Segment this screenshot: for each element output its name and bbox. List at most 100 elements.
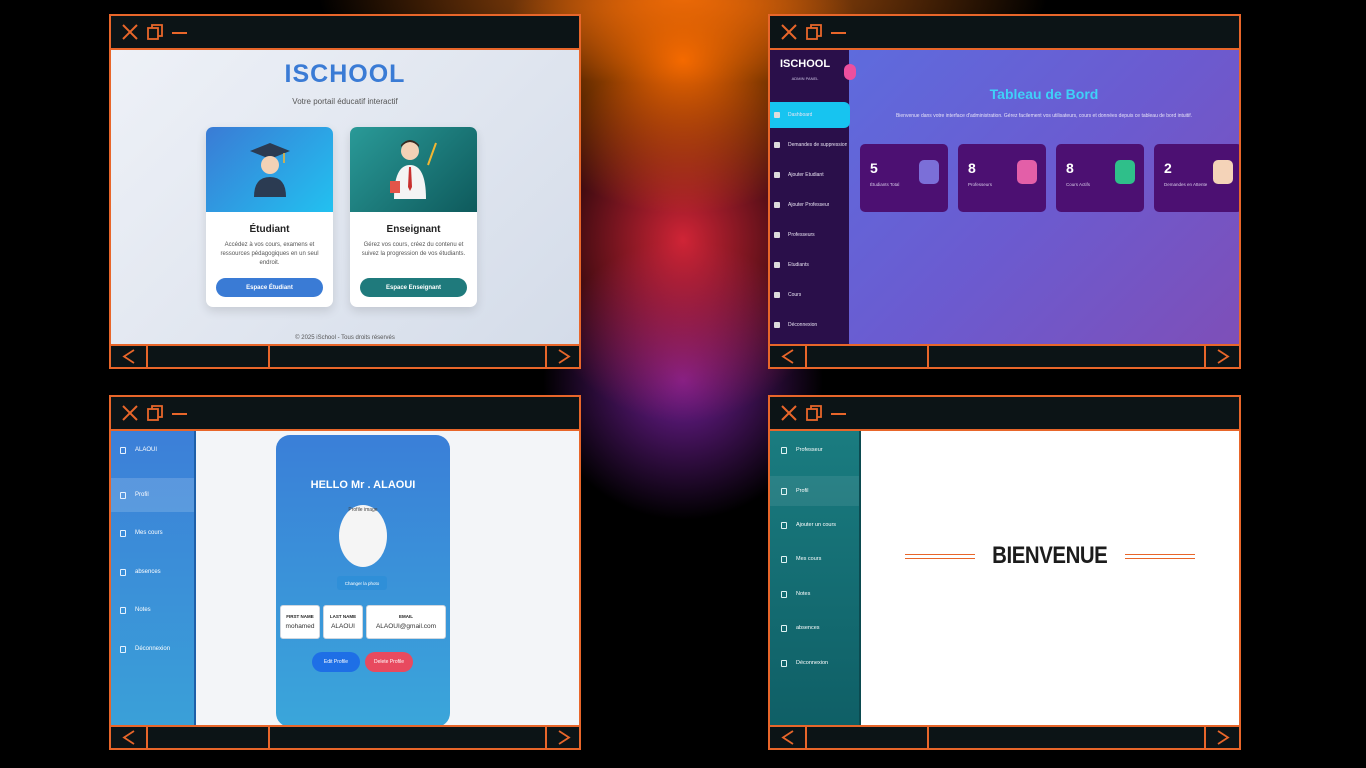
book-icon (1115, 160, 1135, 184)
bottom-segment (148, 346, 270, 367)
nav-dashboard[interactable]: Dashboard (770, 102, 850, 128)
close-icon[interactable] (121, 23, 139, 41)
nav-add-teacher[interactable]: Ajouter Professeur (770, 192, 849, 218)
admin-panel-label: ADMIN PANEL (791, 76, 819, 81)
site-logo: ISCHOOL (284, 60, 406, 88)
nav-courses[interactable]: Cours (770, 282, 849, 308)
next-segment[interactable] (545, 346, 579, 367)
nav-teachers[interactable]: Professeurs (770, 222, 849, 248)
nav-logout[interactable]: Déconnexion (770, 648, 859, 678)
decorative-line (905, 553, 976, 559)
chevron-right-icon[interactable] (557, 730, 571, 745)
restore-icon[interactable] (146, 23, 164, 41)
restore-icon[interactable] (805, 23, 823, 41)
bottom-segment (807, 727, 929, 748)
nav-absences[interactable]: absences (770, 613, 859, 643)
nav-deletion-requests[interactable]: Demandes de suppression (770, 132, 849, 158)
close-icon[interactable] (780, 23, 798, 41)
bottom-bar (770, 344, 1239, 367)
close-icon[interactable] (121, 404, 139, 422)
stat-label: Demandes en Attente (1164, 182, 1208, 187)
users-icon (774, 262, 780, 268)
bottom-bar (111, 725, 579, 748)
dashboard-description: Bienvenue dans votre interface d'adminis… (895, 113, 1193, 119)
minimize-icon[interactable] (830, 404, 848, 422)
greeting-heading: HELLO Mr . ALAOUI (310, 479, 416, 491)
nav-add-student[interactable]: Ajouter Étudiant (770, 162, 849, 188)
teacher-welcome-page: Professeur Profil Ajouter un cours Mes c… (770, 431, 1239, 725)
next-segment[interactable] (545, 727, 579, 748)
student-card-header (206, 127, 333, 212)
restore-icon[interactable] (805, 404, 823, 422)
nav-logout[interactable]: Déconnexion (770, 312, 849, 338)
teacher-space-button[interactable]: Espace Enseignant (360, 278, 467, 297)
nav-label: Mes cours (796, 556, 822, 562)
close-icon[interactable] (780, 404, 798, 422)
change-photo-button[interactable]: Changer la photo (337, 576, 387, 590)
nav-grades[interactable]: Notes (770, 579, 859, 609)
title-bar (770, 16, 1239, 50)
student-space-button[interactable]: Espace Étudiant (216, 278, 323, 297)
nav-grades[interactable]: Notes (111, 593, 194, 627)
window-teacher-welcome: Professeur Profil Ajouter un cours Mes c… (768, 395, 1241, 750)
nav-professor[interactable]: Professeur (770, 435, 859, 465)
hourglass-icon (1213, 160, 1233, 184)
nav-my-courses[interactable]: Mes cours (111, 516, 194, 550)
nav-label: Mes cours (135, 530, 163, 536)
nav-label: absences (796, 625, 820, 631)
nav-add-course[interactable]: Ajouter un cours (770, 510, 859, 540)
teacher-icon (390, 140, 437, 199)
teacher-icon (1017, 160, 1037, 184)
minimize-icon[interactable] (171, 404, 189, 422)
graduate-icon (250, 143, 290, 197)
book-icon (781, 555, 787, 563)
book-icon (120, 529, 126, 537)
nav-label: Déconnexion (788, 322, 818, 328)
chevron-left-icon[interactable] (781, 730, 795, 745)
nav-profile[interactable]: Profil (111, 478, 194, 512)
nav-absences[interactable]: absences (111, 555, 194, 589)
stat-card-students: 5 Étudiants Total (860, 144, 948, 212)
clipboard-icon (120, 606, 126, 614)
sidebar-toggle-button[interactable] (844, 64, 856, 80)
chevron-right-icon[interactable] (1216, 349, 1230, 364)
nav-label: Étudiants (788, 262, 809, 268)
nav-label: Demandes de suppression (788, 142, 848, 148)
field-value: ALAOUI (331, 623, 355, 630)
window-admin-dashboard: ISCHOOL ADMIN PANEL Dashboard Demandes d… (768, 14, 1241, 369)
nav-my-courses[interactable]: Mes cours (770, 544, 859, 574)
stat-label: Professeurs (968, 182, 993, 187)
nav-user-name[interactable]: ALAOUI (111, 433, 194, 467)
next-segment[interactable] (1204, 727, 1239, 748)
minimize-icon[interactable] (171, 23, 189, 41)
restore-icon[interactable] (146, 404, 164, 422)
prev-segment[interactable] (111, 346, 148, 367)
nav-label: Déconnexion (796, 660, 829, 666)
chevron-right-icon[interactable] (557, 349, 571, 364)
nav-label: Profil (796, 488, 809, 494)
prev-segment[interactable] (770, 727, 807, 748)
teacher-card-header (350, 127, 477, 212)
nav-logout[interactable]: Déconnexion (111, 632, 194, 666)
nav-students[interactable]: Étudiants (770, 252, 849, 278)
delete-profile-button[interactable]: Delete Profile (365, 652, 413, 672)
bottom-bar (111, 344, 579, 367)
prev-segment[interactable] (111, 727, 148, 748)
teacher-card: Enseignant Gérez vos cours, créez du con… (350, 127, 477, 307)
teacher-card-title: Enseignant (386, 224, 441, 235)
student-card-title: Étudiant (249, 224, 290, 235)
nav-profile[interactable]: Profil (770, 476, 859, 506)
users-icon (120, 491, 126, 499)
next-segment[interactable] (1204, 346, 1239, 367)
chevron-right-icon[interactable] (1216, 730, 1230, 745)
chevron-left-icon[interactable] (122, 730, 136, 745)
copyright-footer: © 2025 iSchool - Tous droits réservés (295, 335, 395, 341)
prev-segment[interactable] (770, 346, 807, 367)
nav-label: Ajouter Étudiant (788, 172, 824, 178)
minimize-icon[interactable] (830, 23, 848, 41)
edit-profile-button[interactable]: Edit Profile (312, 652, 360, 672)
chevron-left-icon[interactable] (781, 349, 795, 364)
nav-label: Déconnexion (135, 646, 171, 652)
user-plus-icon (774, 172, 780, 178)
chevron-left-icon[interactable] (122, 349, 136, 364)
